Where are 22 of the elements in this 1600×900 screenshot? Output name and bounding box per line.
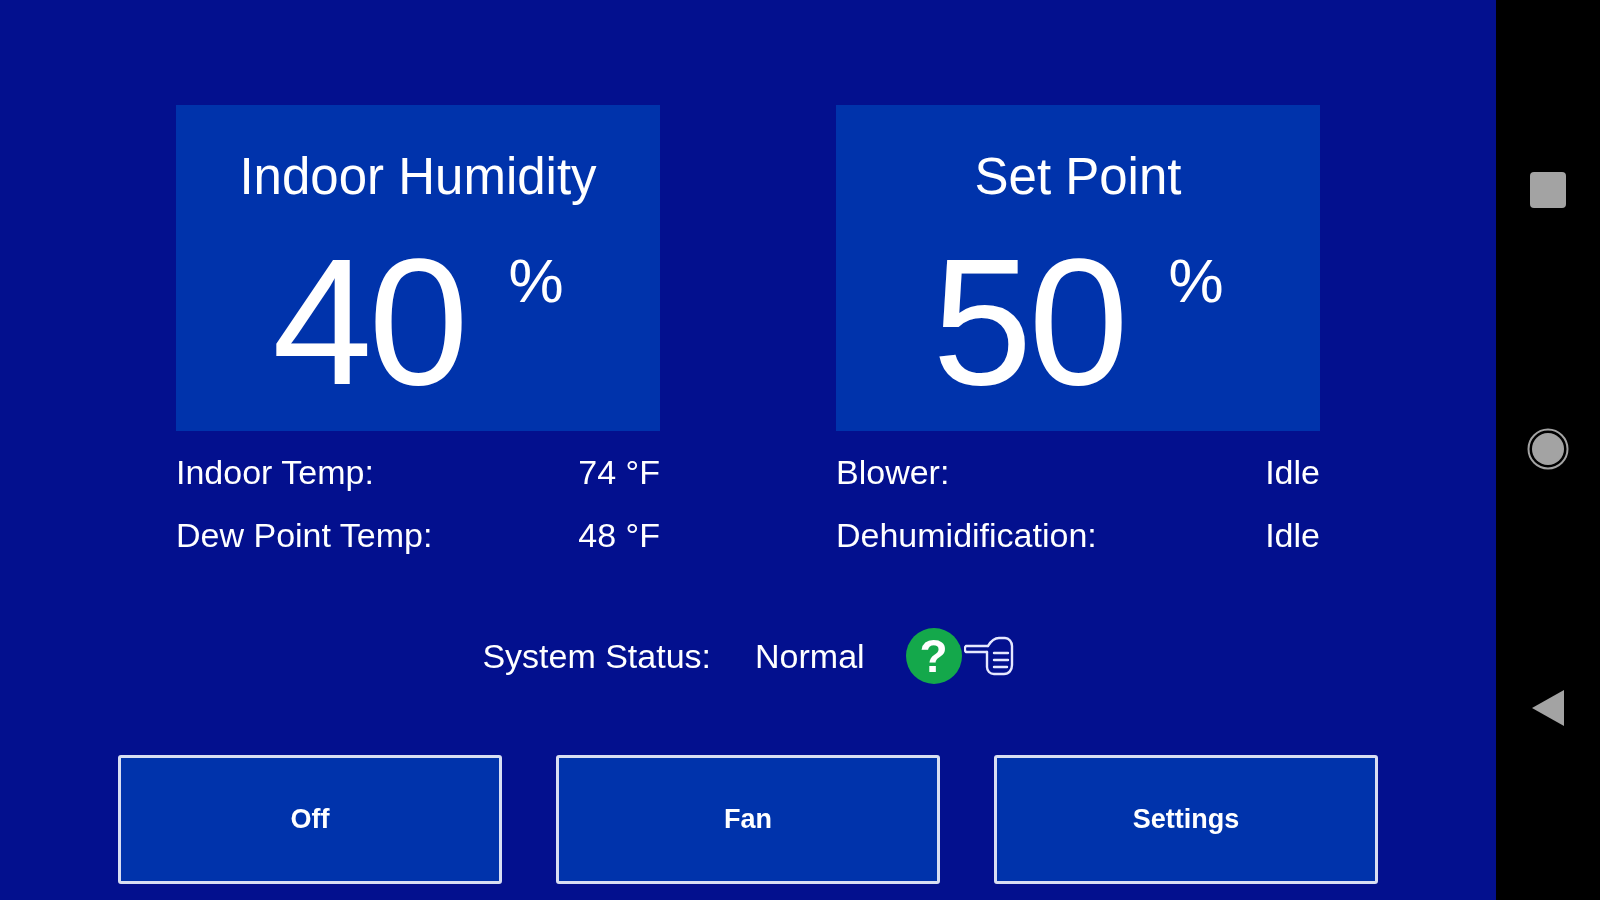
pointing-hand-icon — [963, 636, 1014, 676]
detail-value: 48 °F — [578, 514, 660, 555]
circle-nav-icon[interactable] — [1527, 428, 1569, 470]
detail-value: Idle — [1265, 514, 1320, 555]
detail-label: Dew Point Temp: — [176, 514, 433, 555]
status-label: System Status: — [482, 636, 712, 676]
reading-value: 40 — [272, 232, 465, 412]
unit-label: % — [508, 250, 564, 312]
card-title: Set Point — [974, 147, 1182, 207]
detail-label: Dehumidification: — [836, 514, 1097, 555]
detail-value: Idle — [1265, 451, 1320, 492]
unit-label: % — [1168, 250, 1224, 312]
action-button[interactable]: Off — [118, 755, 502, 884]
card-title: Indoor Humidity — [239, 147, 597, 207]
action-button[interactable]: Fan — [556, 755, 940, 884]
reading-value: 50 — [932, 232, 1125, 412]
back-triangle-icon[interactable] — [1532, 690, 1564, 726]
action-button[interactable]: Settings — [994, 755, 1378, 884]
detail-value: 74 °F — [578, 451, 660, 492]
detail-label: Blower: — [836, 451, 950, 492]
detail-label: Indoor Temp: — [176, 451, 374, 492]
status-value: Normal — [755, 636, 865, 676]
